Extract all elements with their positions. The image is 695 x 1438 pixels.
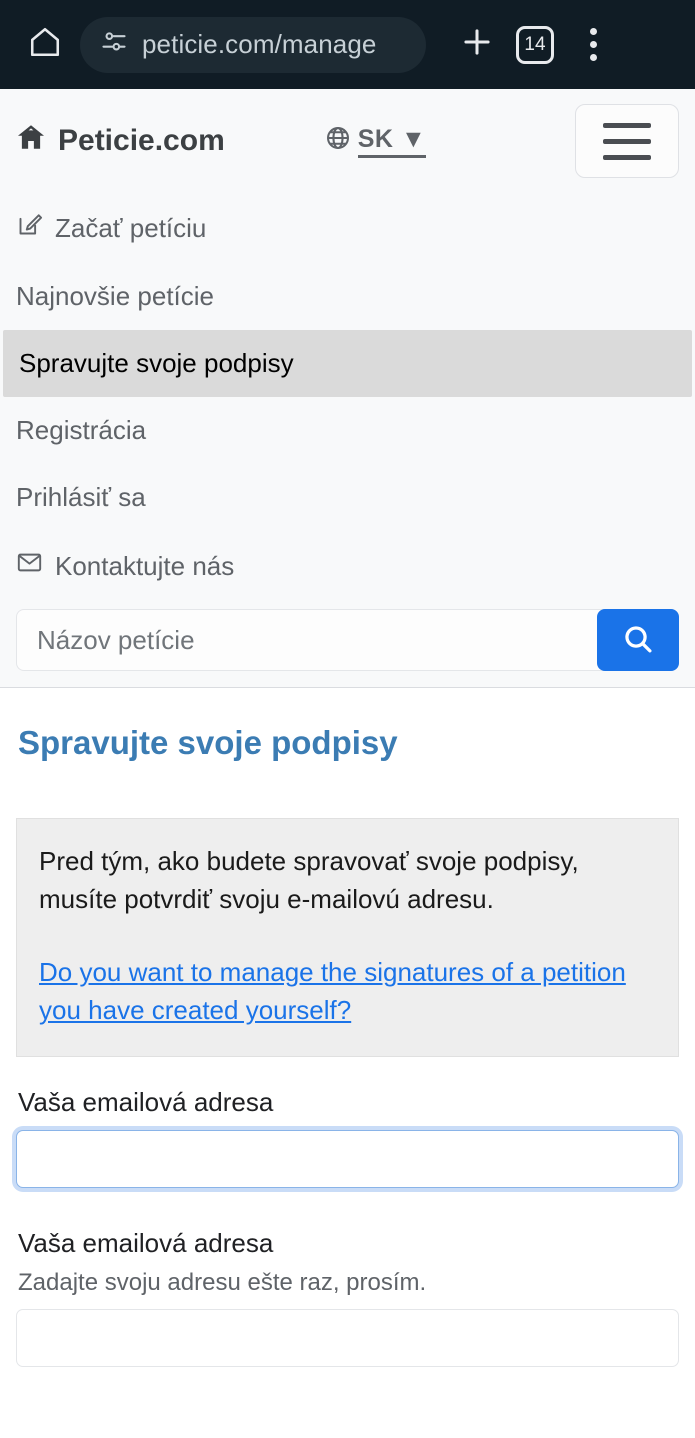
site-header: Peticie.com SK ▼: [0, 89, 695, 193]
language-code: SK: [357, 124, 394, 153]
new-tab-button[interactable]: [448, 16, 506, 74]
site-header-region: Peticie.com SK ▼ Začať petíciu Najnovšie…: [0, 89, 695, 688]
nav-item-registration[interactable]: Registrácia: [0, 397, 695, 464]
nav-item-manage-signatures[interactable]: Spravujte svoje podpisy: [3, 330, 692, 397]
language-selector[interactable]: SK ▼: [325, 124, 427, 158]
envelope-icon: [16, 549, 43, 583]
petition-search: [0, 603, 695, 675]
tab-switcher-button[interactable]: 14: [506, 16, 564, 74]
nav-item-contact-us[interactable]: Kontaktujte nás: [0, 531, 695, 601]
email-confirm-label: Vaša emailová adresa: [18, 1227, 274, 1258]
site-nav: Začať petíciu Najnovšie petície Spravujt…: [0, 193, 695, 603]
nav-item-label: Najnovšie petície: [16, 281, 214, 311]
browser-menu-button[interactable]: [564, 16, 622, 74]
site-logo[interactable]: Peticie.com: [16, 122, 225, 160]
email-field[interactable]: [16, 1129, 679, 1188]
notice-box: Pred tým, ako budete spravovať svoje pod…: [16, 818, 679, 1057]
home-icon: [16, 122, 46, 160]
plus-icon: [458, 23, 496, 66]
edit-square-icon: [16, 211, 43, 245]
globe-icon: [325, 125, 351, 158]
notice-text: Pred tým, ako budete spravovať svoje pod…: [39, 846, 579, 914]
hamburger-bar: [603, 138, 651, 144]
nav-item-latest-petitions[interactable]: Najnovšie petície: [0, 263, 695, 330]
email-confirm-hint: Zadajte svoju adresu ešte raz, prosím.: [18, 1268, 427, 1296]
tab-count-icon: 14: [516, 25, 554, 64]
nav-item-login[interactable]: Prihlásiť sa: [0, 464, 695, 531]
search-button[interactable]: [597, 609, 679, 671]
home-icon: [28, 25, 62, 64]
browser-toolbar: peticie.com/manage 14: [0, 0, 695, 89]
nav-item-label: Prihlásiť sa: [16, 482, 146, 512]
language-label: SK ▼: [357, 124, 427, 158]
manage-own-petition-link[interactable]: Do you want to manage the signatures of …: [39, 954, 656, 1029]
url-text: peticie.com/manage: [142, 29, 377, 59]
main-content: Spravujte svoje podpisy Pred tým, ako bu…: [0, 688, 695, 1367]
nav-item-label: Začať petíciu: [55, 212, 207, 243]
chevron-down-icon: ▼: [400, 124, 427, 153]
nav-item-label: Spravujte svoje podpisy: [19, 348, 294, 378]
nav-item-start-petition[interactable]: Začať petíciu: [0, 193, 695, 263]
url-bar[interactable]: peticie.com/manage: [80, 16, 426, 73]
search-icon: [621, 622, 655, 659]
hamburger-bar: [603, 154, 651, 160]
more-vertical-icon: [589, 28, 597, 61]
hamburger-menu-button[interactable]: [575, 104, 679, 178]
email-label: Vaša emailová adresa: [18, 1086, 274, 1117]
email-confirm-field[interactable]: [16, 1308, 679, 1367]
hamburger-bar: [603, 122, 651, 128]
home-button[interactable]: [18, 18, 72, 72]
site-brand-label: Peticie.com: [58, 124, 225, 157]
search-input[interactable]: [16, 609, 605, 671]
page-title: Spravujte svoje podpisy: [18, 724, 398, 761]
nav-item-label: Registrácia: [16, 415, 147, 445]
tune-icon: [100, 28, 128, 61]
tab-count-label: 14: [524, 33, 546, 55]
nav-item-label: Kontaktujte nás: [55, 550, 235, 581]
